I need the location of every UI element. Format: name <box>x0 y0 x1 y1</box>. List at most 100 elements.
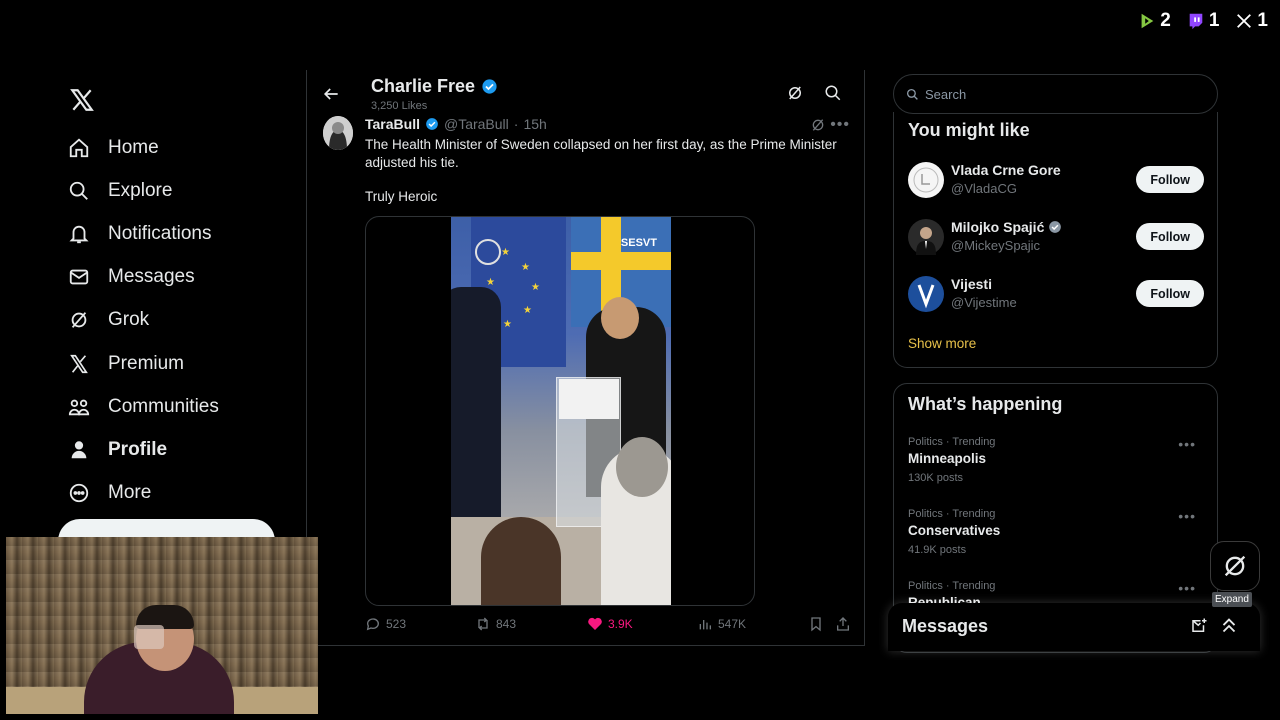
tweet-text-line-2: Truly Heroic <box>365 189 438 204</box>
account-name: Vijesti <box>951 276 992 292</box>
likes-count: 3,250 Likes <box>371 100 428 112</box>
video-watermark: SESVT <box>620 237 657 249</box>
avatar[interactable] <box>908 162 944 198</box>
grok-icon[interactable] <box>810 117 826 133</box>
follow-button[interactable]: Follow <box>1136 223 1204 250</box>
profile-header: Charlie Free 3,250 Likes <box>307 70 864 114</box>
verified-badge-icon <box>1049 221 1062 233</box>
account-handle: @MickeySpajic <box>951 238 1041 253</box>
trend-name: Conservatives <box>908 523 1001 538</box>
search-input[interactable] <box>925 86 1185 102</box>
account-handle: @VladaCG <box>951 181 1017 196</box>
twitch-count: 1 <box>1187 10 1219 32</box>
main-column: Charlie Free 3,250 Likes TaraBull @TaraB… <box>306 70 865 646</box>
who-to-follow-card: You might like Vlada Crne Gore @VladaCG … <box>893 112 1218 368</box>
verified-badge-icon <box>426 118 438 130</box>
trend-category: Politics · Trending <box>908 508 996 520</box>
trend-category: Politics · Trending <box>908 580 996 592</box>
views-chart-icon <box>699 620 711 630</box>
grok-icon <box>71 312 87 329</box>
more-options-icon[interactable]: ••• <box>1178 508 1196 524</box>
share-icon <box>837 617 849 631</box>
mail-icon <box>69 269 89 285</box>
avatar[interactable] <box>908 219 944 255</box>
new-message-icon[interactable] <box>1190 617 1208 635</box>
page-title: Charlie Free <box>371 76 498 97</box>
like-button[interactable]: 3.9K <box>587 616 633 632</box>
more-options-icon[interactable]: ••• <box>830 116 850 134</box>
nav-item-messages[interactable]: Messages <box>58 256 298 299</box>
tweet-video[interactable]: ★ ★ ★ ★ ★ ★ SESVT <box>365 216 755 606</box>
verified-badge-icon <box>482 79 497 94</box>
tweet-author: TaraBull @TaraBull · 15h <box>365 116 547 132</box>
tweet-author-name[interactable]: TaraBull <box>365 116 420 132</box>
rumble-icon <box>1141 13 1154 29</box>
nav-item-notifications[interactable]: Notifications <box>58 212 298 255</box>
search-icon <box>69 181 88 200</box>
home-icon <box>69 138 89 157</box>
nav-item-explore[interactable]: Explore <box>58 169 298 212</box>
x-logo-icon[interactable] <box>60 78 104 122</box>
x-icon <box>1237 14 1252 28</box>
more-circle-icon <box>69 483 89 503</box>
bookmark-icon <box>811 617 821 632</box>
stream-overlay-stats: 2 1 1 <box>1138 10 1268 32</box>
x-premium-icon <box>70 354 88 373</box>
show-more-link[interactable]: Show more <box>908 336 976 351</box>
avatar[interactable] <box>908 276 944 312</box>
nav-item-home[interactable]: Home <box>58 126 298 169</box>
bookmark-button[interactable] <box>808 616 824 632</box>
bell-icon <box>69 225 89 244</box>
separator-dot: · <box>513 116 519 132</box>
expand-tooltip: Expand <box>1212 592 1252 607</box>
trend-category: Politics · Trending <box>908 436 996 448</box>
back-arrow-icon[interactable] <box>321 84 341 104</box>
tweet-author-handle[interactable]: @TaraBull <box>444 116 509 132</box>
messages-drawer-title: Messages <box>902 616 989 636</box>
search-icon[interactable] <box>824 84 842 102</box>
more-options-icon[interactable]: ••• <box>1178 580 1196 596</box>
reply-button[interactable]: 523 <box>365 616 406 632</box>
nav-item-profile[interactable]: Profile <box>58 428 298 471</box>
trend-item[interactable]: Politics · Trending Minneapolis 130K pos… <box>908 436 1204 484</box>
follow-suggestion[interactable]: Milojko Spajić @MickeySpajic Follow <box>908 217 1204 257</box>
whats-happening-title: What’s happening <box>908 394 1063 414</box>
cbs-logo-icon <box>475 239 501 265</box>
who-to-follow-title: You might like <box>908 120 1030 140</box>
more-options-icon[interactable]: ••• <box>1178 436 1196 452</box>
avatar[interactable] <box>323 116 353 150</box>
nav-item-premium[interactable]: Premium <box>58 342 298 385</box>
heart-icon <box>588 617 602 630</box>
search-box[interactable] <box>893 74 1218 114</box>
follow-button[interactable]: Follow <box>1136 280 1204 307</box>
repost-button[interactable]: 843 <box>475 616 516 632</box>
nav-item-communities[interactable]: Communities <box>58 385 298 428</box>
account-handle: @Vijestime <box>951 295 1017 310</box>
reply-icon <box>366 618 379 631</box>
trend-post-count: 41.9K posts <box>908 544 967 556</box>
grok-icon[interactable] <box>786 84 804 102</box>
trend-item[interactable]: Politics · Trending Conservatives 41.9K … <box>908 508 1204 556</box>
grok-icon <box>1224 555 1246 577</box>
search-icon <box>906 88 918 100</box>
trend-name: Minneapolis <box>908 451 987 466</box>
x-count: 1 <box>1235 10 1268 32</box>
share-button[interactable] <box>835 616 851 632</box>
grok-floating-button[interactable] <box>1210 541 1260 591</box>
nav-item-more[interactable]: More <box>58 472 298 515</box>
tweet-text: The Health Minister of Sweden collapsed … <box>365 137 837 170</box>
follow-suggestion[interactable]: Vlada Crne Gore @VladaCG Follow <box>908 160 1204 200</box>
account-name: Vlada Crne Gore <box>951 162 1061 178</box>
webcam-overlay <box>6 537 318 714</box>
nav-item-grok[interactable]: Grok <box>58 299 298 342</box>
follow-suggestion[interactable]: Vijesti @Vijestime Follow <box>908 274 1204 314</box>
people-icon <box>68 399 90 415</box>
chevron-up-icon[interactable] <box>1218 615 1240 637</box>
messages-drawer[interactable]: Messages <box>888 603 1260 651</box>
views-button[interactable]: 547K <box>697 616 746 632</box>
follow-button[interactable]: Follow <box>1136 166 1204 193</box>
tweet-timestamp[interactable]: 15h <box>523 116 546 132</box>
tweet-actions: 523 843 3.9K 547K <box>365 616 855 638</box>
trend-post-count: 130K posts <box>908 472 964 484</box>
twitch-icon <box>1189 13 1203 30</box>
